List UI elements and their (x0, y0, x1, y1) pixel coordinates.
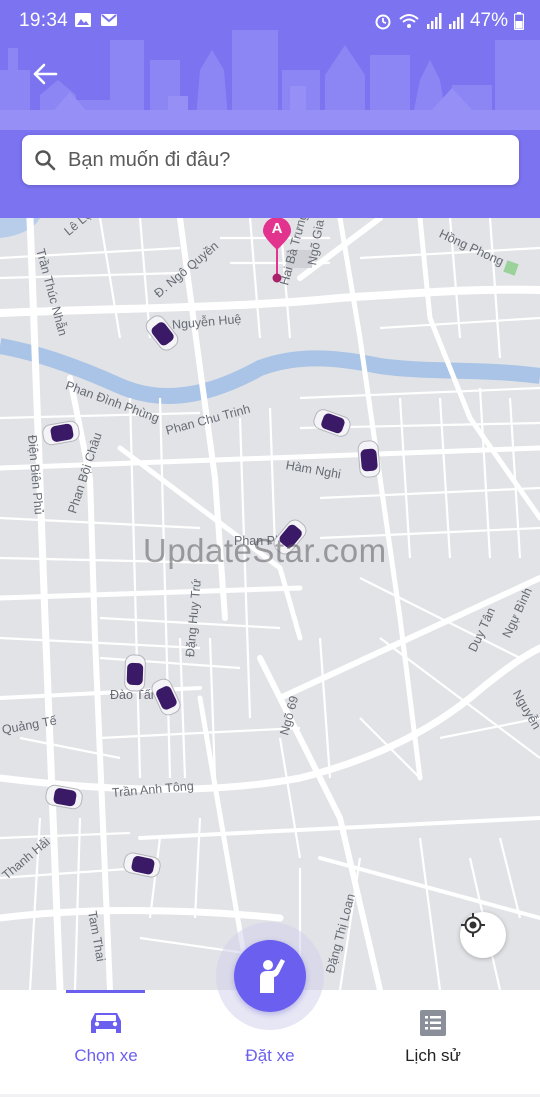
search-icon (34, 149, 56, 171)
search-box[interactable] (22, 135, 519, 185)
battery-icon (514, 12, 524, 30)
header: 19:34 47% (0, 0, 540, 218)
status-right-icons: 47% (374, 10, 524, 32)
street-network (0, 218, 540, 990)
arrow-left-icon (33, 63, 58, 85)
watermark: UpdateStar.com (143, 532, 387, 569)
tab-label: Chọn xe (74, 1046, 138, 1065)
car-icon[interactable] (123, 654, 146, 693)
car-icon[interactable] (356, 439, 381, 479)
wifi-icon (399, 14, 419, 28)
status-time: 19:34 (19, 10, 69, 31)
status-bar: 19:34 47% (0, 0, 540, 44)
crosshair-icon (461, 913, 485, 937)
tab-book-ride-label[interactable]: Đặt xe (220, 1046, 320, 1066)
search-input[interactable] (68, 148, 488, 172)
tab-label: Lịch sử (405, 1046, 461, 1065)
gallery-icon (75, 13, 91, 27)
bottom-navigation: Chọn xe Đặt xe Lịch sử (0, 922, 540, 1097)
back-button[interactable] (26, 56, 64, 92)
my-location-button[interactable] (460, 912, 506, 958)
status-left-icons (74, 12, 118, 28)
map-view[interactable]: Lê Lợi Đ. Ngô Quyền Hai Bà Trưng Ngõ Gia… (0, 218, 540, 990)
signal-icon (448, 13, 464, 29)
book-ride-button[interactable] (234, 940, 306, 1012)
pin-label: A (271, 220, 283, 237)
list-icon (420, 1010, 446, 1036)
alarm-icon (375, 14, 391, 30)
mail-icon (101, 14, 117, 26)
pickup-pin[interactable]: A (262, 218, 294, 286)
tab-history[interactable]: Lịch sử (385, 990, 481, 1080)
signal-icon (426, 13, 442, 29)
car-icon (91, 1013, 121, 1033)
hailing-person-icon (260, 959, 285, 993)
tab-choose-car[interactable]: Chọn xe (58, 990, 154, 1080)
battery-percent: 47% (469, 10, 508, 31)
